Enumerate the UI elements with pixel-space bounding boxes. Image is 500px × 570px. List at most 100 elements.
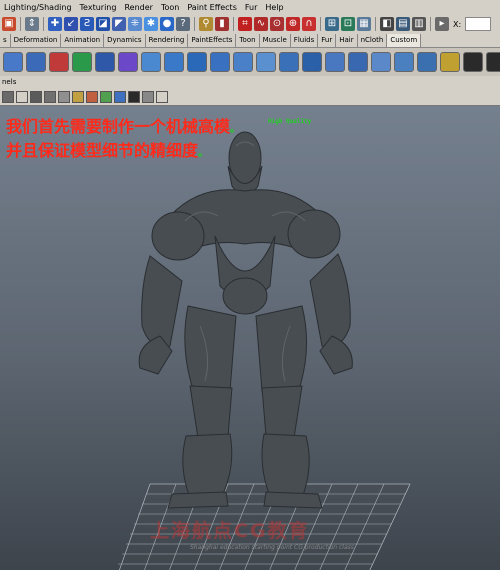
select-deform-icon[interactable]: ◪ (96, 17, 110, 31)
ipr-render-icon[interactable]: ▤ (396, 17, 410, 31)
polygon-sphere-icon[interactable] (3, 52, 23, 72)
select-hierarchy-icon[interactable]: ⇕ (25, 17, 39, 31)
resolution-gate-icon[interactable] (128, 90, 140, 103)
bevel-icon[interactable] (279, 52, 299, 72)
render-frame-icon[interactable]: ◧ (380, 17, 394, 31)
toolbar-divider (320, 17, 321, 31)
xray-icon[interactable] (100, 90, 112, 103)
snap-curve-icon[interactable]: ∿ (254, 17, 268, 31)
snap-point-icon[interactable]: ⊙ (270, 17, 284, 31)
bridge-icon[interactable] (164, 52, 184, 72)
caption-dot-1: 。 (230, 124, 241, 135)
collapse-icon[interactable] (394, 52, 414, 72)
uv-editor-icon[interactable] (440, 52, 460, 72)
toolbar-divider (20, 17, 21, 31)
tab-custom[interactable]: Custom (387, 34, 422, 47)
snap-view-icon[interactable]: ⊕ (286, 17, 300, 31)
chamfer-icon[interactable] (371, 52, 391, 72)
watermark-subtitle: Shanghai education starting point CG pro… (190, 544, 354, 551)
toolbar-divider (375, 17, 376, 31)
menu-paint-effects[interactable]: Paint Effects (183, 3, 241, 12)
separate-icon[interactable] (72, 52, 92, 72)
menu-toon[interactable]: Toon (157, 3, 183, 12)
tutorial-caption: 我们首先需要制作一个机械高模。 并且保证模型细节的精细度。 (6, 116, 240, 164)
tab-muscle[interactable]: Muscle (260, 34, 291, 47)
checker-a-icon[interactable] (463, 52, 483, 72)
panel-toolbar (0, 88, 500, 106)
lock-selection-icon[interactable]: ⚲ (199, 17, 213, 31)
select-handle-icon[interactable]: ⁜ (128, 17, 142, 31)
poke-face-icon[interactable] (325, 52, 345, 72)
render-view-icon[interactable]: ▦ (357, 17, 371, 31)
tab-painteffects[interactable]: PaintEffects (188, 34, 237, 47)
perspective-viewport[interactable]: 我们首先需要制作一个机械高模。 并且保证模型细节的精细度。 High Quali… (0, 106, 500, 570)
shadow-icon[interactable] (86, 90, 98, 103)
status-line-toolbar: ▣ ⇕ ✚ ↙ Ƨ ◪ ◤ ⁜ ✱ ● ? ⚲ ▮ ⌗ ∿ ⊙ ⊕ ∩ ⊞ ⊡ … (0, 14, 500, 34)
menu-texturing[interactable]: Texturing (76, 3, 121, 12)
film-gate-icon[interactable] (142, 90, 154, 103)
toolbar-divider (430, 17, 431, 31)
tab-fluids[interactable]: Fluids (291, 34, 319, 47)
construction-history-icon[interactable]: ⊡ (341, 17, 355, 31)
select-curve-icon[interactable]: ↙ (64, 17, 78, 31)
snap-grid-icon[interactable]: ⌗ (238, 17, 252, 31)
field-chart-icon[interactable] (156, 90, 168, 103)
merge-vertices-icon[interactable] (256, 52, 276, 72)
isolate-icon[interactable] (114, 90, 126, 103)
quality-label: High Quality (268, 118, 312, 125)
textured-icon[interactable] (58, 90, 70, 103)
watermark-logo: 上海航点CG教育 (150, 520, 310, 542)
lighting-icon[interactable] (72, 90, 84, 103)
history-icon[interactable]: ⊞ (325, 17, 339, 31)
tab-animation[interactable]: Animation (61, 34, 105, 47)
menu-render[interactable]: Render (120, 3, 156, 12)
smooth-shade-icon[interactable] (44, 90, 56, 103)
extract-icon[interactable] (95, 52, 115, 72)
tab-dynamics[interactable]: Dynamics (104, 34, 146, 47)
smooth-icon[interactable] (118, 52, 138, 72)
camera-attr-icon[interactable] (2, 90, 14, 103)
menu-fur[interactable]: Fur (241, 3, 262, 12)
tab-fur[interactable]: Fur (318, 34, 337, 47)
menu-lighting-shading[interactable]: Lighting/Shading (0, 3, 76, 12)
highlight-selection-icon[interactable]: ▮ (215, 17, 229, 31)
duplicate-face-icon[interactable] (302, 52, 322, 72)
input-field-mode-icon[interactable]: ▸ (435, 17, 449, 31)
polygon-cube-icon[interactable] (26, 52, 46, 72)
combine-icon[interactable] (49, 52, 69, 72)
select-particle-icon[interactable]: ✱ (144, 17, 158, 31)
x-field-label: X: (453, 19, 462, 29)
render-settings-icon[interactable]: ▥ (412, 17, 426, 31)
toolbar-divider (43, 17, 44, 31)
select-component-icon[interactable]: ✚ (48, 17, 62, 31)
robot-model (138, 131, 353, 509)
tab-ncloth[interactable]: nCloth (358, 34, 388, 47)
shelf-tab-bar: s Deformation Animation Dynamics Renderi… (0, 34, 500, 48)
select-joint-icon[interactable]: ◤ (112, 17, 126, 31)
select-render-icon[interactable]: ● (160, 17, 174, 31)
extrude-icon[interactable] (141, 52, 161, 72)
wedge-face-icon[interactable] (348, 52, 368, 72)
wireframe-icon[interactable] (30, 90, 42, 103)
tab-toon[interactable]: Toon (236, 34, 260, 47)
insert-edge-loop-icon[interactable] (233, 52, 253, 72)
menu-help[interactable]: Help (261, 3, 287, 12)
grid-toggle-icon[interactable] (16, 90, 28, 103)
main-menubar: Lighting/Shading Texturing Render Toon P… (0, 0, 500, 14)
toolbar-divider (194, 17, 195, 31)
caption-line-1: 我们首先需要制作一个机械高模 (6, 117, 231, 136)
panels-menu[interactable]: nels (2, 78, 16, 86)
render-icon[interactable]: ▣ (2, 17, 16, 31)
tab-rendering[interactable]: Rendering (146, 34, 189, 47)
x-input[interactable] (465, 17, 492, 31)
tab-surfaces[interactable]: s (0, 34, 11, 47)
select-misc-icon[interactable]: ? (176, 17, 190, 31)
checker-b-icon[interactable] (486, 52, 500, 72)
append-polygon-icon[interactable] (187, 52, 207, 72)
tab-deformation[interactable]: Deformation (11, 34, 62, 47)
tab-hair[interactable]: Hair (336, 34, 358, 47)
split-polygon-icon[interactable] (210, 52, 230, 72)
mirror-geometry-icon[interactable] (417, 52, 437, 72)
select-surface-icon[interactable]: Ƨ (80, 17, 94, 31)
snap-live-icon[interactable]: ∩ (302, 17, 316, 31)
